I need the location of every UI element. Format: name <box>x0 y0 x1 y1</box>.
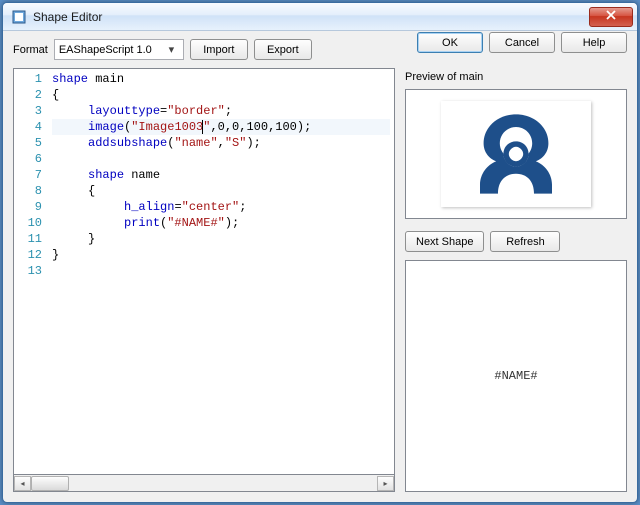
main-area: 12345678910111213 shape main{ layouttype… <box>13 68 627 492</box>
preview-label: Preview of main <box>405 71 627 83</box>
line-number-gutter: 12345678910111213 <box>14 69 48 474</box>
export-button[interactable]: Export <box>254 39 312 60</box>
titlebar[interactable]: Shape Editor <box>3 3 637 31</box>
next-shape-button[interactable]: Next Shape <box>405 231 484 252</box>
right-pane: OK Cancel Help Preview of main <box>405 68 627 492</box>
scroll-left-icon[interactable]: ◂ <box>14 476 31 491</box>
dialog-button-row: OK Cancel Help <box>405 32 627 53</box>
name-placeholder: #NAME# <box>494 369 537 383</box>
editor-pane: 12345678910111213 shape main{ layouttype… <box>13 68 395 492</box>
help-button[interactable]: Help <box>561 32 627 53</box>
preview-image <box>441 101 591 207</box>
scroll-right-icon[interactable]: ▸ <box>377 476 394 491</box>
logo-icon <box>461 109 571 199</box>
format-combo-value: EAShapeScript 1.0 <box>59 44 152 56</box>
shape-editor-window: Shape Editor Format EAShapeScript 1.0 ▾ … <box>2 2 638 503</box>
refresh-button[interactable]: Refresh <box>490 231 560 252</box>
import-button[interactable]: Import <box>190 39 248 60</box>
ok-button[interactable]: OK <box>417 32 483 53</box>
close-button[interactable] <box>589 7 633 27</box>
close-icon <box>606 10 616 23</box>
code-area[interactable]: shape main{ layouttype="border"; image("… <box>48 69 394 474</box>
code-editor[interactable]: 12345678910111213 shape main{ layouttype… <box>13 68 395 475</box>
app-icon <box>11 9 27 25</box>
client-area: Format EAShapeScript 1.0 ▾ Import Export… <box>3 31 637 502</box>
format-combo[interactable]: EAShapeScript 1.0 ▾ <box>54 39 184 60</box>
chevron-down-icon: ▾ <box>164 41 179 58</box>
window-title: Shape Editor <box>33 10 589 24</box>
cancel-button[interactable]: Cancel <box>489 32 555 53</box>
preview-button-row: Next Shape Refresh <box>405 231 627 252</box>
scroll-track[interactable] <box>31 476 377 491</box>
format-label: Format <box>13 44 48 56</box>
name-preview-box: #NAME# <box>405 260 627 492</box>
preview-box <box>405 89 627 219</box>
horizontal-scrollbar[interactable]: ◂ ▸ <box>13 475 395 492</box>
scroll-thumb[interactable] <box>31 476 69 491</box>
